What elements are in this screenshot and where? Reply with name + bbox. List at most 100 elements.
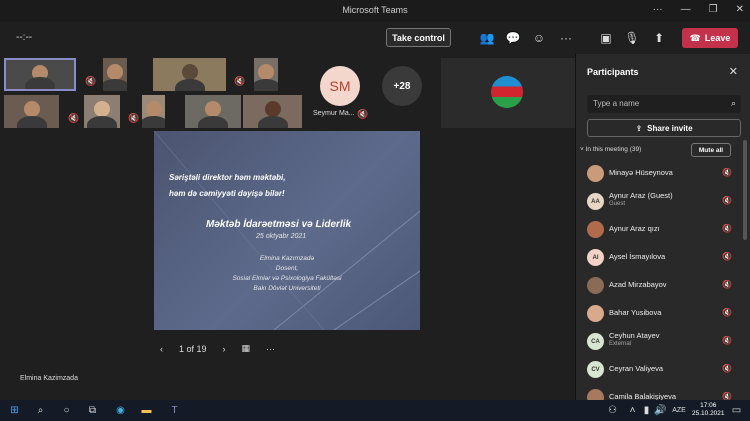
slide-page: 1 of 19 [179, 343, 207, 354]
avatar: CV [587, 361, 604, 378]
language-indicator[interactable]: AZE [670, 404, 688, 417]
chevron-right-icon[interactable]: › [223, 344, 226, 354]
minimize-icon[interactable]: — [681, 4, 691, 15]
more-participants-button[interactable]: +28 [382, 66, 422, 106]
scrollbar[interactable] [743, 140, 747, 240]
take-control-button[interactable]: Take control [386, 28, 451, 47]
avatar[interactable] [491, 76, 523, 108]
tray-chevron-icon[interactable]: ˄ [626, 404, 639, 417]
mic-off-icon[interactable]: 🔇 [722, 364, 732, 373]
more-actions-icon[interactable]: ··· [558, 30, 574, 46]
video-tile[interactable] [254, 58, 278, 91]
video-tile[interactable] [84, 95, 120, 128]
share-screen-icon[interactable]: ⬆ [651, 30, 667, 46]
mic-off-icon[interactable]: 🔇 [722, 224, 732, 233]
chevron-down-icon: ˅ [580, 146, 584, 153]
more-icon[interactable]: ··· [266, 344, 275, 354]
share-icon: ⇪ [635, 123, 643, 133]
task-view-icon[interactable]: ⧉ [86, 404, 99, 417]
close-window-icon[interactable]: ✕ [736, 4, 744, 15]
clock[interactable]: 17:06 25.10.2021 [692, 402, 725, 418]
mute-all-button[interactable]: Mute all [691, 143, 731, 157]
maximize-icon[interactable]: ❐ [709, 4, 718, 15]
leave-button[interactable]: ☎ Leave [682, 28, 738, 48]
video-tile[interactable] [153, 58, 226, 91]
mic-off-icon[interactable]: 🔇 [722, 252, 732, 261]
participant-row[interactable]: AI Aysel İsmayılova 🔇 [576, 244, 744, 272]
in-meeting-header[interactable]: ˅ In this meeting (39) [580, 146, 641, 153]
slide-navigation: ‹ 1 of 19 › ▦ ··· [160, 343, 275, 354]
participant-row[interactable]: AA Aynur Araz (Guest) Guest 🔇 [576, 188, 744, 216]
more-icon[interactable]: ··· [653, 4, 663, 15]
participant-row[interactable]: Azad Mirzabayov 🔇 [576, 272, 744, 300]
participant-row[interactable]: CV Ceyran Valiyeva 🔇 [576, 356, 744, 384]
mic-off-icon[interactable]: 🔇 [722, 196, 732, 205]
slide-author: Elmina Kazımzadə [259, 255, 315, 262]
slide-faculty: Sosial Elmlər və Psixologiya Fakültəsi [232, 275, 342, 282]
participant-row[interactable]: Aynur Araz qızı 🔇 [576, 216, 744, 244]
notifications-icon[interactable]: ▭ [730, 404, 743, 417]
participant-row[interactable]: Bahar Yusibova 🔇 [576, 300, 744, 328]
volume-icon[interactable]: 🔊 [654, 404, 667, 417]
reactions-icon[interactable]: ☺ [531, 30, 547, 46]
participants-icon[interactable]: 👥 [479, 30, 495, 46]
participant-name: Minayə Hüseynova [609, 168, 673, 177]
avatar [587, 221, 604, 238]
share-invite-label: Share invite [647, 123, 693, 133]
video-tile[interactable] [4, 95, 59, 128]
camera-off-icon[interactable]: ▣ [598, 30, 614, 46]
presenter-name: Elmina Kazimzada [20, 375, 78, 382]
mic-off-icon: 🔇 [357, 108, 369, 119]
participant-name: Bahar Yusibova [609, 308, 662, 317]
people-icon[interactable]: ⚇ [606, 404, 619, 417]
participant-name: Aynur Araz qızı [609, 224, 660, 233]
search-input[interactable]: Type a name ⌕ [587, 95, 741, 113]
close-icon[interactable]: ✕ [729, 65, 738, 78]
edge-icon[interactable]: ◉ [114, 404, 127, 417]
slide-date: 25 oktyabr 2021 [256, 233, 307, 240]
battery-icon[interactable]: ▮ [640, 404, 653, 417]
avatar: AA [587, 193, 604, 210]
video-tile[interactable] [103, 58, 127, 91]
slide-subtitle: həm də cəmiyyəti dəyişə bilər! [169, 189, 285, 198]
avatar [587, 165, 604, 182]
search-icon[interactable]: ⌕ [34, 404, 47, 417]
grid-view-icon[interactable]: ▦ [242, 343, 251, 354]
clock-date: 25.10.2021 [692, 410, 725, 417]
mic-off-icon[interactable]: 🎙 [624, 30, 640, 46]
clock-time: 17:06 [700, 402, 717, 409]
slide-decoration [154, 131, 420, 330]
mic-off-icon[interactable]: 🔇 [722, 308, 732, 317]
windows-start-icon[interactable]: ⊞ [8, 404, 21, 417]
shared-slide: Səriştəli direktor həm məktəbi, həm də c… [154, 131, 420, 330]
participant-row[interactable]: Minayə Hüseynova 🔇 [576, 160, 744, 188]
search-icon: ⌕ [730, 98, 736, 108]
mic-off-icon[interactable]: 🔇 [722, 280, 732, 289]
window-title: Microsoft Teams [342, 5, 408, 15]
video-tile[interactable] [185, 95, 241, 128]
participant-name: Azad Mirzabayov [609, 280, 667, 289]
file-explorer-icon[interactable]: ▬ [140, 404, 153, 417]
participant-name: Seymur Ma... [313, 110, 355, 117]
chat-icon[interactable]: 💬 [505, 30, 521, 46]
share-invite-button[interactable]: ⇪ Share invite [587, 119, 741, 137]
chevron-left-icon[interactable]: ‹ [160, 344, 163, 354]
cortana-icon[interactable]: ○ [60, 404, 73, 417]
avatar [587, 277, 604, 294]
avatar: AI [587, 249, 604, 266]
video-tile[interactable] [243, 95, 302, 128]
video-tile[interactable] [4, 58, 76, 91]
mic-off-icon: 🔇 [85, 75, 97, 86]
mic-off-icon[interactable]: 🔇 [722, 336, 732, 345]
avatar[interactable]: SM [320, 66, 360, 106]
slide-title: Məktəb İdarəetməsi və Liderlik [206, 219, 352, 230]
teams-icon[interactable]: T [168, 404, 181, 417]
participants-panel: Participants ✕ Type a name ⌕ ⇪ Share inv… [575, 54, 750, 406]
participant-row[interactable]: CA Ceyhun Atayev External 🔇 [576, 328, 744, 356]
mic-off-icon: 🔇 [234, 75, 246, 86]
meeting-toolbar: --:-- Take control 👥 💬 ☺ ··· ▣ 🎙 ⬆ ☎ Lea… [0, 22, 750, 54]
video-tile[interactable] [142, 95, 165, 128]
meeting-timer: --:-- [16, 32, 33, 43]
mic-off-icon[interactable]: 🔇 [722, 168, 732, 177]
avatar: CA [587, 333, 604, 350]
